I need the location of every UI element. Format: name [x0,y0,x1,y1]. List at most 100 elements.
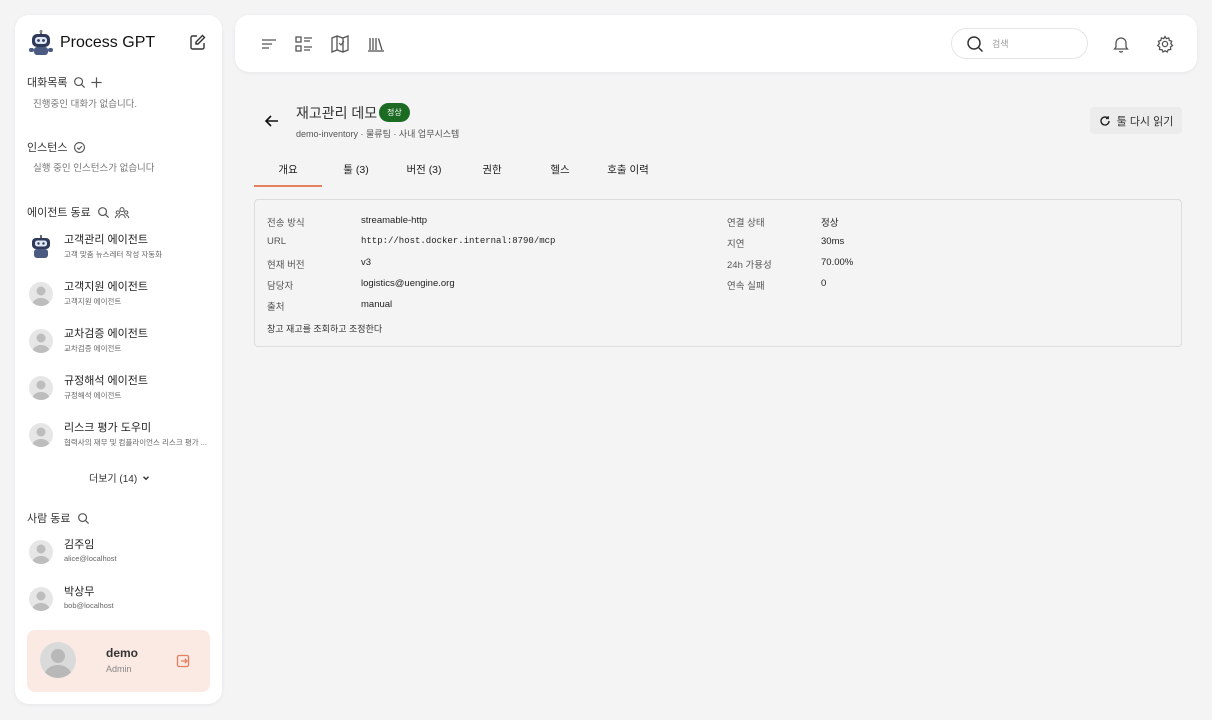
person-avatar [29,540,53,564]
person-email: alice@localhost [64,554,117,563]
map-icon[interactable] [330,34,350,54]
brand[interactable]: Process GPT [29,29,155,57]
person-item[interactable]: 박상무 bob@localhost [29,581,214,619]
user-role: Admin [106,664,132,674]
user-avatar[interactable] [40,642,76,678]
agent-item[interactable]: 규정해석 에이전트 규정해석 에이전트 [29,370,214,408]
field-label: 지연 [727,239,745,250]
instance-section-title: 인스턴스 [27,139,86,155]
agent-name: 리스크 평가 도우미 [64,422,152,434]
instance-section-label: 인스턴스 [27,142,68,154]
instance-empty-text: 실행 중인 인스턴스가 없습니다 [33,163,155,174]
user-name: demo [106,646,139,660]
page-subtitle: demo-inventory · 물류팀 · 사내 업무시스템 [296,129,460,139]
agent-item[interactable]: 리스크 평가 도우미 협력사의 재무 및 컴플라이언스 리스크 평가 ... [29,417,214,455]
robot-logo-icon [29,30,53,55]
tab-versions[interactable]: 버전 (3) [390,153,458,187]
search-icon[interactable] [73,76,86,89]
reload-tools-button[interactable]: 툴 다시 읽기 [1090,107,1182,134]
agent-name: 고객지원 에이전트 [64,281,149,293]
agent-desc: 고객 맞춤 뉴스레터 작성 자동화 [64,250,163,259]
person-avatar [29,587,53,611]
person-email: bob@localhost [64,601,114,610]
tab-permissions[interactable]: 권한 [458,153,526,187]
bell-icon[interactable] [1111,34,1131,54]
brand-name: Process GPT [60,34,156,51]
back-arrow-icon[interactable] [264,113,280,129]
logout-icon[interactable] [176,654,190,668]
chevron-down-icon [143,475,150,480]
agent-desc: 협력사의 재무 및 컴플라이언스 리스크 평가 ... [64,438,207,447]
chat-section-title: 대화목록 [27,74,103,90]
more-agents-button[interactable]: 더보기 (14) [89,470,151,485]
agent-section-title: 에이전트 동료 [27,204,130,220]
field-value: v3 [361,257,372,268]
field-value: manual [361,299,393,310]
field-value: 0 [821,278,827,289]
field-value: http://host.docker.internal:8790/mcp [361,236,556,246]
chat-empty-text: 진행중인 대화가 없습니다. [33,99,138,110]
search-icon[interactable] [77,512,90,525]
field-label: 현재 버전 [267,260,305,271]
person-avatar [29,282,53,306]
agent-section-label: 에이전트 동료 [27,207,91,219]
person-avatar [29,376,53,400]
server-description: 창고 재고를 조회하고 조정한다 [267,324,383,334]
tab-tools[interactable]: 툴 (3) [322,153,390,187]
agent-item[interactable]: 교차검증 에이전트 교차검증 에이전트 [29,323,214,361]
person-name: 김주임 [64,539,95,551]
field-label: 담당자 [267,281,294,292]
field-label: 연속 실패 [727,281,765,292]
tab-call-history[interactable]: 호출 이력 [594,153,662,187]
agent-item[interactable]: 고객지원 에이전트 고객지원 에이전트 [29,276,214,314]
plus-icon[interactable] [90,76,103,89]
gear-icon[interactable] [1155,34,1175,54]
person-avatar [29,329,53,353]
refresh-icon [1099,115,1110,126]
field-label: 전송 방식 [267,218,305,229]
person-avatar [29,423,53,447]
team-icon[interactable] [114,206,130,219]
list-icon[interactable] [294,34,314,54]
sidebar: Process GPT 대화목록 진행중인 대화가 없습니다. 인스턴스 실행 … [15,15,222,704]
field-label: URL [267,236,287,247]
detail-tabs: 개요 툴 (3) 버전 (3) 권한 헬스 호출 이력 [254,153,694,187]
search-icon [967,35,984,52]
person-name: 박상무 [64,586,95,598]
search-box[interactable] [951,28,1088,59]
people-section-title: 사람 동료 [27,510,90,526]
agent-item[interactable]: 고객관리 에이전트 고객 맞춤 뉴스레터 작성 자동화 [29,229,214,267]
menu-icon[interactable] [259,34,279,54]
field-value: 30ms [821,236,845,247]
field-value: 정상 [821,218,839,229]
tab-overview[interactable]: 개요 [254,153,322,187]
page-title: 재고관리 데모 [296,105,378,121]
agent-desc: 고객지원 에이전트 [64,297,122,306]
status-badge: 정상 [379,103,410,122]
current-user-card: demo Admin [27,630,210,692]
chat-section-label: 대화목록 [27,77,68,89]
agent-desc: 교차검증 에이전트 [64,344,122,353]
person-item[interactable]: 김주임 alice@localhost [29,534,214,572]
tab-health[interactable]: 헬스 [526,153,594,187]
reload-tools-label: 툴 다시 읽기 [1116,115,1174,128]
field-value: streamable-http [361,215,428,226]
people-section-label: 사람 동료 [27,513,71,525]
field-label: 출처 [267,302,285,313]
field-value: 70.00% [821,257,854,268]
topbar [235,15,1197,72]
check-circle-icon[interactable] [73,141,86,154]
overview-card: 전송 방식 streamable-http URL http://host.do… [254,199,1182,347]
agent-name: 교차검증 에이전트 [64,328,149,340]
new-chat-edit-icon[interactable] [189,33,207,51]
search-input[interactable] [992,38,1072,49]
agent-desc: 규정해석 에이전트 [64,391,122,400]
field-value: logistics@uengine.org [361,278,455,289]
field-label: 24h 가용성 [727,260,772,271]
agent-name: 고객관리 에이전트 [64,234,149,246]
robot-avatar [29,235,53,259]
library-icon[interactable] [366,34,386,54]
search-icon[interactable] [97,206,110,219]
more-agents-label: 더보기 (14) [89,474,138,485]
agent-name: 규정해석 에이전트 [64,375,149,387]
